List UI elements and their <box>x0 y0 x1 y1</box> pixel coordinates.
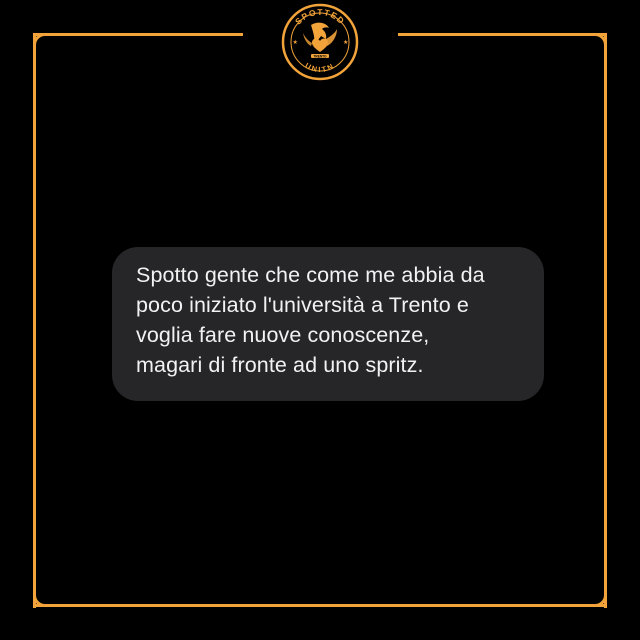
frame-top-right-line <box>398 33 605 36</box>
frame-top-left-line <box>36 33 243 36</box>
post-canvas: SPOTTED UNITN TRENTO ★ ★ Spotto gente ch… <box>0 0 640 640</box>
logo-mid-text: TRENTO <box>313 54 327 58</box>
spotted-unitn-logo: SPOTTED UNITN TRENTO ★ ★ <box>281 3 359 81</box>
message-bubble: Spotto gente che come me abbia da poco i… <box>112 247 544 401</box>
frame-corner-bottom-left <box>33 585 55 607</box>
frame-right-line <box>604 33 607 608</box>
frame-bottom-line <box>33 604 607 607</box>
frame-corner-top-left <box>33 33 55 55</box>
message-line: magari di fronte ad uno spritz. <box>136 353 424 377</box>
svg-text:★: ★ <box>293 39 298 46</box>
svg-text:★: ★ <box>343 39 348 46</box>
message-line: Spotto gente che come me abbia da <box>136 263 485 287</box>
frame-corner-top-right <box>585 33 607 55</box>
frame-left-line <box>33 33 36 608</box>
message-line: poco iniziato l'università a Trento e <box>136 293 469 317</box>
message-text: Spotto gente che come me abbia da poco i… <box>136 260 522 380</box>
message-line: voglia fare nuove conoscenze, <box>136 323 430 347</box>
